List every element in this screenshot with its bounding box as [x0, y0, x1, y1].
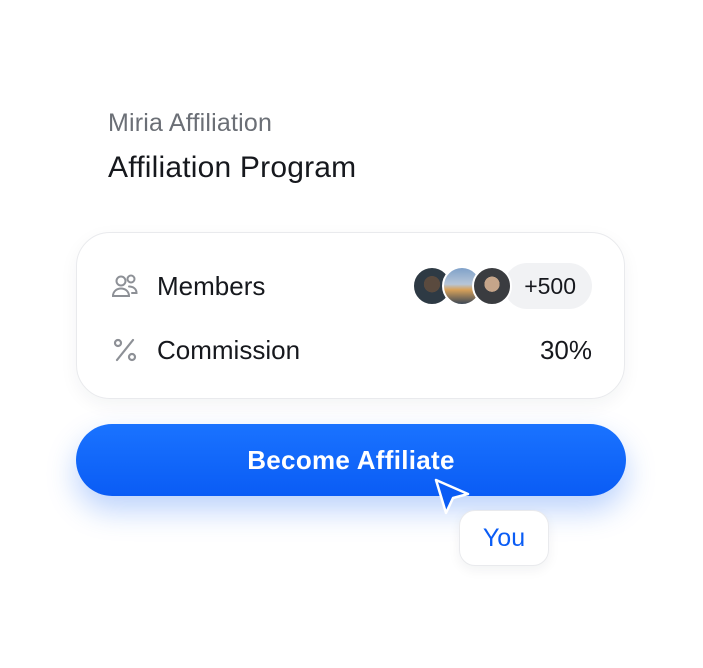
members-label: Members: [157, 270, 266, 301]
avatar: [472, 266, 513, 306]
program-brand: Miria Affiliation: [108, 109, 273, 137]
page-title: Affiliation Program: [108, 151, 357, 184]
commission-label: Commission: [157, 334, 301, 365]
become-affiliate-button[interactable]: Become Affiliate: [76, 424, 626, 496]
members-row: Members +500: [109, 261, 592, 311]
cursor-label: You: [459, 510, 549, 566]
users-icon: [109, 270, 141, 302]
affiliate-widget: Miria Affiliation Affiliation Program Me…: [0, 0, 703, 668]
members-count-badge: +500: [504, 263, 592, 309]
member-avatars[interactable]: +500: [412, 263, 592, 309]
program-details-card: Members +500 Commission 30%: [76, 232, 625, 399]
percent-icon: [109, 334, 141, 366]
commission-row: Commission 30%: [109, 325, 592, 375]
pointer-cursor-icon: [432, 477, 472, 517]
commission-value: 30%: [539, 334, 592, 365]
